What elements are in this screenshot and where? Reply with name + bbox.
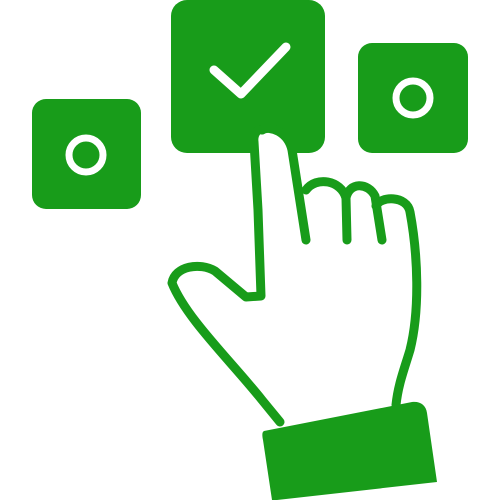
pointing-hand-icon — [167, 123, 422, 427]
illustration-canvas — [0, 0, 500, 500]
option-box-right-bg — [358, 43, 468, 153]
choice-selection-illustration — [32, 0, 468, 500]
option-box-left[interactable] — [32, 99, 141, 209]
option-box-right[interactable] — [358, 43, 468, 153]
option-box-left-bg — [32, 99, 141, 209]
option-box-center-selected[interactable] — [171, 0, 325, 153]
option-box-center-bg — [171, 0, 325, 153]
